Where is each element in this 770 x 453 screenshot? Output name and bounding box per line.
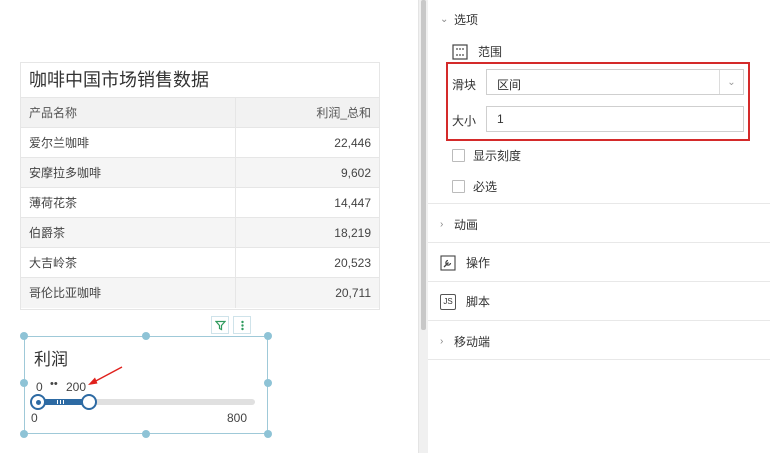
required-label: 必选	[473, 180, 498, 194]
cell-profit: 9,602	[235, 157, 379, 188]
sales-table-widget[interactable]: 咖啡中国市场销售数据 产品名称 利润_总和 爱尔兰咖啡 22,446 安摩拉多咖…	[20, 62, 380, 310]
resize-handle[interactable]	[142, 332, 150, 340]
divider	[428, 359, 770, 360]
resize-handle[interactable]	[142, 430, 150, 438]
section-mobile-label: 移动端	[454, 335, 491, 349]
slider-thumb-max[interactable]	[81, 394, 97, 410]
widget-toolbar	[211, 316, 251, 334]
panel-splitter[interactable]	[418, 0, 428, 453]
table-row: 伯爵茶 18,219	[21, 217, 379, 248]
slider-title: 利润	[34, 350, 68, 369]
slider-mode-value: 区间	[497, 78, 522, 92]
range-label: 范围	[478, 45, 503, 59]
more-vertical-icon	[240, 320, 244, 330]
divider	[428, 320, 770, 321]
cell-product: 爱尔兰咖啡	[21, 127, 236, 158]
cell-profit: 14,447	[235, 187, 379, 218]
table-title: 咖啡中国市场销售数据	[29, 70, 209, 90]
chevron-right-icon: ›	[440, 336, 444, 347]
range-grip[interactable]	[57, 400, 66, 404]
cell-product: 安摩拉多咖啡	[21, 157, 236, 188]
cell-product: 薄荷花茶	[21, 187, 236, 218]
slider-range-min: 0	[31, 411, 38, 425]
resize-handle[interactable]	[264, 332, 272, 340]
chevron-down-icon[interactable]: ⌄	[719, 70, 743, 94]
divider	[428, 203, 770, 204]
cell-product: 大吉岭茶	[21, 247, 236, 278]
cell-profit: 20,523	[235, 247, 379, 278]
filter-button[interactable]	[211, 316, 229, 334]
more-button[interactable]	[233, 316, 251, 334]
divider	[428, 242, 770, 243]
slider-track[interactable]	[30, 394, 255, 410]
table-row: 哥伦比亚咖啡 20,711	[21, 277, 379, 308]
table-header-row: 产品名称 利润_总和	[21, 97, 379, 128]
show-ticks-label: 显示刻度	[473, 149, 522, 163]
slider-thumb-min-dot	[35, 399, 41, 405]
cell-profit: 20,711	[235, 277, 379, 308]
show-ticks-row[interactable]: 显示刻度	[452, 147, 521, 164]
section-action[interactable]: 操作	[440, 254, 490, 271]
slider-field-label: 滑块	[452, 78, 477, 92]
table-row: 薄荷花茶 14,447	[21, 187, 379, 218]
cell-product: 伯爵茶	[21, 217, 236, 248]
chevron-down-icon: ⌄	[440, 14, 449, 25]
range-row[interactable]: 范围	[452, 43, 502, 60]
script-icon: JS	[440, 293, 456, 310]
required-checkbox[interactable]	[452, 180, 465, 193]
sales-table: 产品名称 利润_总和 爱尔兰咖啡 22,446 安摩拉多咖啡 9,602 薄荷花…	[21, 97, 379, 308]
slider-range-max: 800	[226, 411, 247, 425]
cell-product: 哥伦比亚咖啡	[21, 277, 236, 308]
range-icon	[452, 43, 468, 60]
resize-handle[interactable]	[264, 379, 272, 387]
column-header-profit[interactable]: 利润_总和	[235, 97, 379, 128]
slider-range-separator: ••	[50, 378, 58, 390]
section-action-label: 操作	[466, 256, 491, 270]
cell-profit: 18,219	[235, 217, 379, 248]
resize-handle[interactable]	[20, 332, 28, 340]
slider-selected-min: 0	[36, 380, 43, 394]
resize-handle[interactable]	[20, 430, 28, 438]
slider-thumb-min[interactable]	[30, 394, 46, 410]
wrench-icon	[440, 254, 456, 271]
column-header-product[interactable]: 产品名称	[21, 97, 236, 128]
properties-panel: ⌄ 选项 范围 滑块 区间 ⌄ 大小 显示刻度 必选 › 动画 操作	[428, 0, 770, 453]
resize-handle[interactable]	[20, 379, 28, 387]
table-row: 大吉岭茶 20,523	[21, 247, 379, 278]
profit-slider-widget[interactable]: 利润 0 •• 200 0 800	[24, 336, 268, 434]
show-ticks-checkbox[interactable]	[452, 149, 465, 162]
table-row: 安摩拉多咖啡 9,602	[21, 157, 379, 188]
section-animation[interactable]: › 动画	[440, 216, 478, 233]
section-options[interactable]: ⌄ 选项	[440, 11, 478, 28]
annotation-arrow-icon	[88, 366, 123, 385]
filter-icon	[214, 320, 226, 330]
chevron-right-icon: ›	[440, 219, 444, 230]
resize-handle[interactable]	[264, 430, 272, 438]
section-options-label: 选项	[454, 13, 479, 27]
slider-selected-max: 200	[66, 380, 87, 394]
scrollbar-thumb[interactable]	[421, 0, 426, 330]
section-mobile[interactable]: › 移动端	[440, 333, 490, 350]
table-row: 爱尔兰咖啡 22,446	[21, 127, 379, 158]
divider	[428, 281, 770, 282]
section-animation-label: 动画	[454, 218, 479, 232]
required-row[interactable]: 必选	[452, 178, 497, 195]
size-input[interactable]	[486, 106, 744, 132]
slider-mode-select[interactable]: 区间 ⌄	[486, 69, 744, 95]
section-script-label: 脚本	[466, 295, 491, 309]
cell-profit: 22,446	[235, 127, 379, 158]
section-script[interactable]: JS 脚本	[440, 293, 490, 310]
size-field-label: 大小	[452, 114, 477, 128]
report-canvas: 咖啡中国市场销售数据 产品名称 利润_总和 爱尔兰咖啡 22,446 安摩拉多咖…	[0, 0, 418, 453]
